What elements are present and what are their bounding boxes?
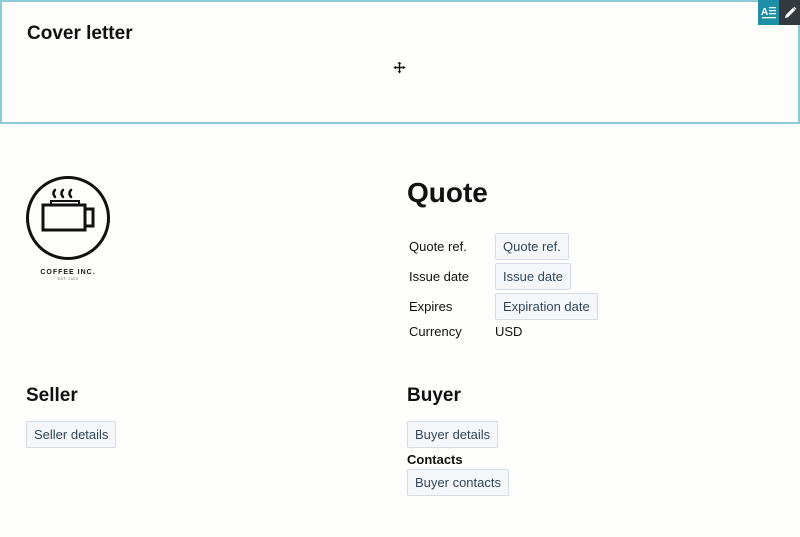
contacts-label: Contacts xyxy=(407,452,463,467)
quote-editor-canvas: Cover letter A COFFEE INC. EST. 2020 Quo… xyxy=(0,0,800,537)
company-logo: COFFEE INC. EST. 2020 xyxy=(25,175,111,281)
seller-title: Seller xyxy=(26,385,78,406)
buyer-contacts-token[interactable]: Buyer contacts xyxy=(407,469,509,496)
coffee-cup-icon xyxy=(26,176,110,260)
issue-date-label: Issue date xyxy=(409,269,469,284)
logo-wordmark: COFFEE INC. xyxy=(40,269,96,276)
quote-ref-token[interactable]: Quote ref. xyxy=(495,233,569,260)
buyer-contacts-wrapper: Buyer contacts xyxy=(407,469,509,496)
svg-text:A: A xyxy=(761,7,768,18)
cover-letter-section[interactable]: Cover letter xyxy=(0,0,800,124)
issue-date-row: Issue date Issue date xyxy=(409,263,571,290)
pencil-icon[interactable] xyxy=(779,0,800,25)
buyer-title: Buyer xyxy=(407,385,461,406)
quote-ref-row: Quote ref. Quote ref. xyxy=(409,233,569,260)
issue-date-token[interactable]: Issue date xyxy=(495,263,571,290)
text-format-icon[interactable]: A xyxy=(758,0,779,25)
logo-tagline: EST. 2020 xyxy=(57,277,79,281)
expires-row: Expires Expiration date xyxy=(409,293,598,320)
seller-details-wrapper: Seller details xyxy=(26,421,117,448)
buyer-details-wrapper: Buyer details xyxy=(407,421,499,448)
expiration-date-token[interactable]: Expiration date xyxy=(495,293,598,320)
buyer-details-token[interactable]: Buyer details xyxy=(407,421,499,448)
move-cursor-icon xyxy=(392,60,407,75)
currency-value: USD xyxy=(495,324,523,339)
expires-label: Expires xyxy=(409,299,453,314)
quote-ref-label: Quote ref. xyxy=(409,239,467,254)
section-toolbar: A xyxy=(758,0,800,25)
cover-letter-title: Cover letter xyxy=(27,23,133,44)
currency-row: Currency USD xyxy=(409,318,522,345)
currency-label: Currency xyxy=(409,324,462,339)
seller-details-token[interactable]: Seller details xyxy=(26,421,117,448)
quote-title: Quote xyxy=(407,177,488,208)
